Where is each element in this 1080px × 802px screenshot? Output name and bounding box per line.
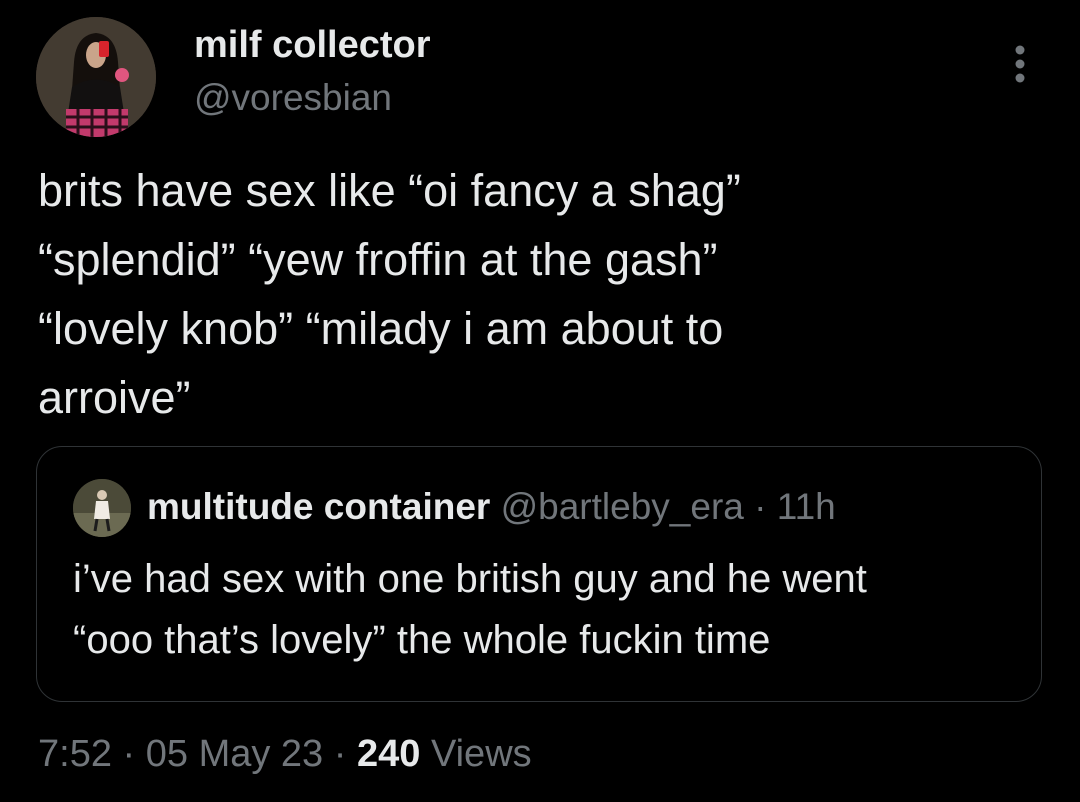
tweet: milf collector @voresbian brits have sex… xyxy=(0,0,1080,802)
views-label: Views xyxy=(430,733,532,775)
tweet-date[interactable]: 05 May 23 xyxy=(146,733,323,775)
author-display-name[interactable]: milf collector xyxy=(194,24,431,67)
more-vertical-icon xyxy=(1015,45,1025,83)
profile-photo-icon xyxy=(36,17,156,137)
quoted-tweet-time[interactable]: 11h xyxy=(777,486,836,527)
author-handle[interactable]: @voresbian xyxy=(194,77,392,119)
profile-photo-icon xyxy=(73,479,131,537)
quoted-author-handle[interactable]: @bartleby_era xyxy=(501,486,744,527)
views-count[interactable]: 240 xyxy=(357,733,420,775)
quoted-tweet-text: i’ve had sex with one british guy and he… xyxy=(73,557,867,662)
separator-dot: · xyxy=(122,733,136,775)
author-avatar[interactable] xyxy=(36,17,156,137)
tweet-time[interactable]: 7:52 xyxy=(38,733,112,775)
more-options-button[interactable] xyxy=(1000,40,1040,88)
separator-dot: · xyxy=(333,733,347,775)
tweet-meta: 7:52 · 05 May 23 · 240 Views xyxy=(38,728,532,780)
quoted-author-avatar[interactable] xyxy=(73,479,131,537)
tweet-text: brits have sex like “oi fancy a shag” “s… xyxy=(38,165,741,423)
quoted-tweet-card[interactable]: multitude container @bartleby_era · 11h … xyxy=(36,446,1042,702)
quoted-author-display-name[interactable]: multitude container xyxy=(147,486,490,527)
separator-dot: · xyxy=(754,486,767,527)
quoted-tweet-header: multitude container @bartleby_era · 11h xyxy=(147,483,836,531)
